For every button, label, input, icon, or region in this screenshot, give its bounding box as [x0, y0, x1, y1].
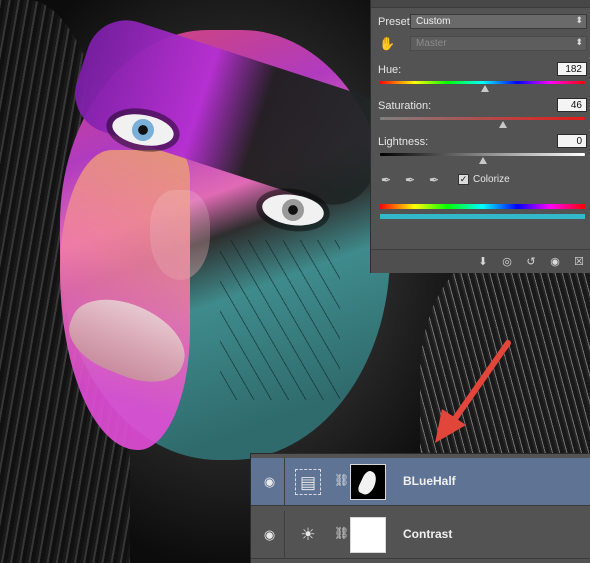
eye-visibility-icon[interactable]: ◉	[255, 511, 285, 559]
layer-row-bluehalf[interactable]: ◉ ▤ ⛓ BLueHalf	[251, 458, 590, 506]
colorize-label: Colorize	[473, 174, 510, 185]
source-hue-spectrum	[380, 204, 585, 209]
layer-row-contrast[interactable]: ◉ ☀ ⛓ Contrast	[251, 511, 590, 559]
layer-mask-thumbnail[interactable]	[350, 464, 386, 500]
lightness-value-field[interactable]: 0	[557, 134, 587, 148]
hue-slider-track[interactable]	[380, 81, 585, 84]
chain-link-icon[interactable]: ⛓	[334, 526, 349, 544]
channel-dropdown[interactable]: Master ⬍	[410, 36, 587, 51]
saturation-slider-track[interactable]	[380, 117, 585, 120]
eye-visibility-icon[interactable]: ◉	[255, 458, 285, 506]
mask-shape	[356, 469, 380, 497]
eyedropper-icon[interactable]: ✒	[381, 173, 395, 187]
dropdown-arrows-icon: ⬍	[575, 15, 583, 25]
hue-slider-thumb[interactable]	[480, 85, 489, 92]
properties-footer-toolbar: ⬇ ◎ ↺ ◉ ☒	[371, 249, 590, 273]
dropdown-arrows-icon: ⬍	[575, 37, 583, 47]
hue-value-field[interactable]: 182	[557, 62, 587, 76]
view-previous-state-icon[interactable]: ◎	[499, 254, 515, 270]
layer-name[interactable]: BLueHalf	[403, 474, 456, 488]
layers-panel: ◉ ▤ ⛓ BLueHalf ◉ ☀ ⛓ Contrast	[250, 453, 590, 563]
result-color-bar	[380, 214, 585, 219]
hue-saturation-properties-panel: Preset: Custom ⬍ ✋ Master ⬍ Hue: 182 Sat…	[370, 0, 590, 273]
brightness-contrast-adjustment-icon[interactable]: ☀	[295, 522, 321, 548]
colorize-checkbox[interactable]: ✓	[458, 174, 469, 185]
red-arrow-annotation	[435, 340, 511, 443]
eyedropper-minus-icon[interactable]: ✒	[429, 173, 443, 187]
panel-top-strip	[371, 0, 590, 8]
targeted-adjustment-hand-icon[interactable]: ✋	[379, 36, 395, 52]
lightness-slider-thumb[interactable]	[478, 157, 487, 164]
preset-dropdown[interactable]: Custom ⬍	[410, 14, 587, 29]
cracked-texture	[220, 240, 340, 400]
visibility-eye-icon[interactable]: ◉	[547, 254, 563, 270]
iris-left	[130, 117, 156, 143]
preset-value: Custom	[416, 16, 451, 27]
lightness-slider-track[interactable]	[380, 153, 585, 156]
hue-saturation-adjustment-icon[interactable]: ▤	[295, 469, 321, 495]
clip-to-layer-icon[interactable]: ⬇	[475, 254, 491, 270]
iris-right	[280, 197, 306, 223]
chain-link-icon[interactable]: ⛓	[334, 473, 349, 491]
lightness-label: Lightness:	[378, 136, 429, 148]
nose	[150, 190, 210, 280]
reset-icon[interactable]: ↺	[523, 254, 539, 270]
layer-name[interactable]: Contrast	[403, 527, 452, 541]
saturation-label: Saturation:	[378, 100, 432, 112]
preset-label: Preset:	[378, 16, 413, 28]
hue-label: Hue:	[378, 64, 402, 76]
channel-value: Master	[416, 38, 447, 49]
saturation-value-field[interactable]: 46	[557, 98, 587, 112]
eyedropper-plus-icon[interactable]: ✒	[405, 173, 419, 187]
trash-icon[interactable]: ☒	[571, 254, 587, 270]
layer-mask-thumbnail[interactable]	[350, 517, 386, 553]
saturation-slider-thumb[interactable]	[499, 121, 507, 128]
